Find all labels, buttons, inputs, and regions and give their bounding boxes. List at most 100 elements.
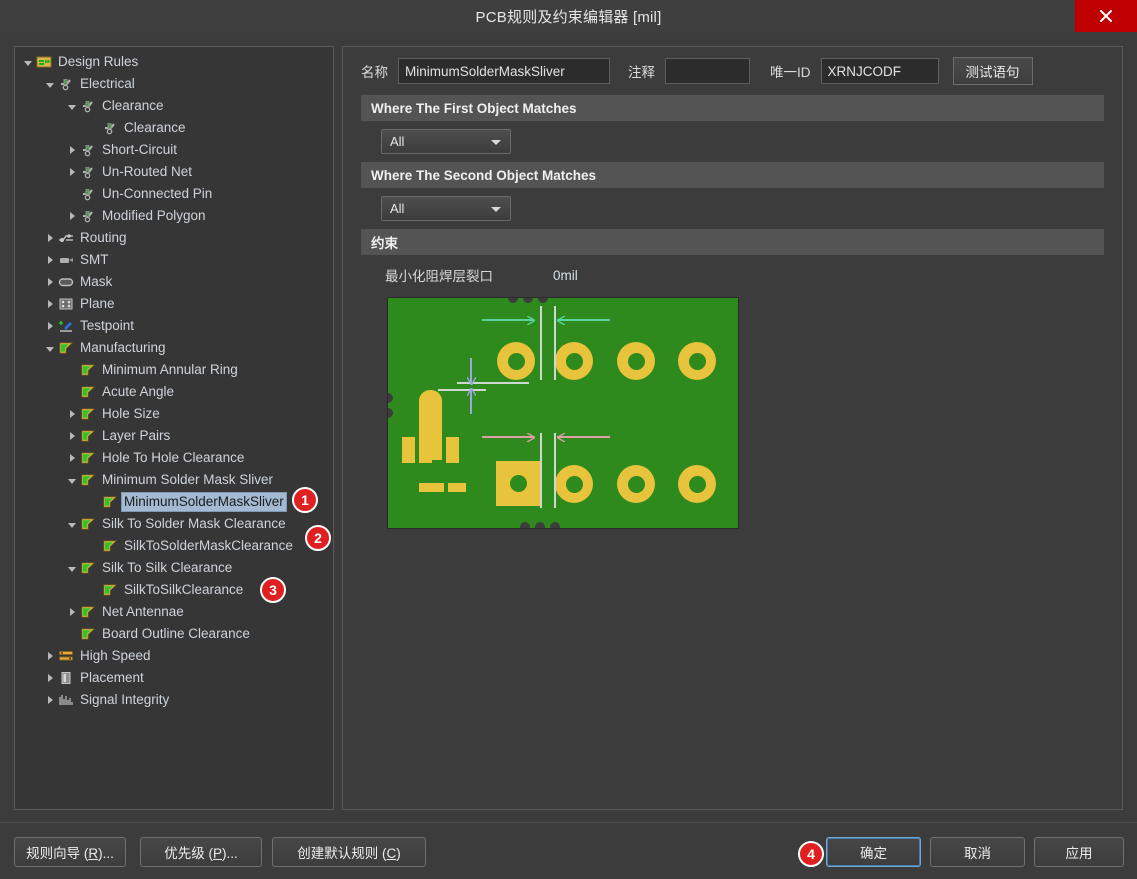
twisty-open-icon[interactable]: [65, 521, 79, 528]
tree-item-electrical[interactable]: Electrical: [15, 73, 333, 95]
priority-button[interactable]: 优先级 (P)...: [140, 837, 262, 867]
twisty-closed-icon[interactable]: [43, 674, 57, 682]
pad-bottom-4-hole: [688, 475, 706, 493]
manufacturing-icon-wrap: [79, 626, 97, 642]
plane-icon-wrap: [57, 296, 75, 312]
twisty-closed-icon[interactable]: [43, 300, 57, 308]
comment-input[interactable]: [665, 58, 750, 84]
tree-item-layer-pairs[interactable]: Layer Pairs: [15, 425, 333, 447]
tree-item-minimum-solder-mask-sliver[interactable]: Minimum Solder Mask Sliver: [15, 469, 333, 491]
tree-item-signal-integrity[interactable]: Signal Integrity: [15, 689, 333, 711]
tree-item-silktosoldermaskclearance[interactable]: SilkToSolderMaskClearance: [15, 535, 333, 557]
close-button[interactable]: [1075, 0, 1137, 32]
tree-item-minimum-annular-ring[interactable]: Minimum Annular Ring: [15, 359, 333, 381]
twisty-closed-icon[interactable]: [65, 454, 79, 462]
tree-item-silk-to-silk-clearance[interactable]: Silk To Silk Clearance: [15, 557, 333, 579]
tree-item-label: SilkToSilkClearance: [124, 582, 244, 597]
constraint-value[interactable]: 0mil: [553, 268, 578, 283]
create-default-rules-button[interactable]: 创建默认规则 (C): [272, 837, 426, 867]
twisty-closed-icon[interactable]: [43, 234, 57, 242]
twisty-closed-icon[interactable]: [43, 322, 57, 330]
twisty-closed-icon[interactable]: [43, 278, 57, 286]
tree-item-hole-to-hole-clearance[interactable]: Hole To Hole Clearance: [15, 447, 333, 469]
first-object-select-value: All: [390, 134, 405, 149]
twisty-closed-icon[interactable]: [43, 696, 57, 704]
dialog-body: Design Rules Electrical Clearance Clearance…: [0, 32, 1137, 822]
tree-item-routing[interactable]: Routing: [15, 227, 333, 249]
tree-item-clearance[interactable]: Clearance: [15, 117, 333, 139]
signal-integrity-icon: [59, 695, 73, 705]
manufacturing-icon-wrap: [79, 560, 97, 576]
twisty-closed-icon[interactable]: [65, 168, 79, 176]
design-rules-tree[interactable]: Design Rules Electrical Clearance Clearance…: [14, 46, 334, 810]
comment-label: 注释: [628, 65, 655, 80]
ok-button[interactable]: 确定: [826, 837, 921, 867]
twisty-closed-icon[interactable]: [43, 256, 57, 264]
manufacturing-icon: [81, 364, 96, 376]
tree-item-hole-size[interactable]: Hole Size: [15, 403, 333, 425]
section-header-first-object: Where The First Object Matches: [361, 95, 1104, 121]
second-object-select[interactable]: All: [381, 196, 511, 221]
manufacturing-icon: [81, 628, 96, 640]
tree-item-clearance[interactable]: Clearance: [15, 95, 333, 117]
twisty-open-icon[interactable]: [65, 477, 79, 484]
tree-item-label: Clearance: [124, 120, 186, 135]
twisty-open-icon[interactable]: [65, 565, 79, 572]
tree-item-un-connected-pin[interactable]: Un-Connected Pin: [15, 183, 333, 205]
apply-button[interactable]: 应用: [1034, 837, 1124, 867]
board-notch-top-3: [538, 298, 548, 303]
rule-editor-panel: 名称 注释 唯一ID 测试语句 Where The First Object M…: [342, 46, 1123, 810]
tree-item-high-speed[interactable]: High Speed: [15, 645, 333, 667]
tree-item-modified-polygon[interactable]: Modified Polygon: [15, 205, 333, 227]
tree-item-short-circuit[interactable]: Short-Circuit: [15, 139, 333, 161]
tree-item-manufacturing[interactable]: Manufacturing: [15, 337, 333, 359]
tree-item-minimumsoldermasksliver[interactable]: MinimumSolderMaskSliver: [15, 491, 333, 513]
electrical-icon-wrap: [101, 120, 119, 136]
tree-item-acute-angle[interactable]: Acute Angle: [15, 381, 333, 403]
twisty-open-icon[interactable]: [43, 81, 57, 88]
test-query-button[interactable]: 测试语句: [952, 57, 1033, 85]
manufacturing-icon: [103, 496, 118, 508]
manufacturing-icon-wrap: [101, 582, 119, 598]
board-notch-top-2: [523, 298, 533, 303]
dim-arrow-top-left-head: [527, 315, 535, 325]
manufacturing-icon-wrap: [57, 340, 75, 356]
tree-item-silk-to-solder-mask-clearance[interactable]: Silk To Solder Mask Clearance: [15, 513, 333, 535]
tree-item-label: Short-Circuit: [102, 142, 178, 157]
tree-item-testpoint[interactable]: Testpoint: [15, 315, 333, 337]
twisty-closed-icon[interactable]: [65, 410, 79, 418]
board-notch-bottom-2: [535, 522, 545, 528]
annotation-badge-3: 3: [260, 577, 286, 603]
pad-top-2-hole: [565, 352, 583, 370]
tree-item-net-antennae[interactable]: Net Antennae: [15, 601, 333, 623]
tree-item-mask[interactable]: Mask: [15, 271, 333, 293]
tree-item-label: SilkToSolderMaskClearance: [124, 538, 293, 553]
tree-item-placement[interactable]: Placement: [15, 667, 333, 689]
tree-item-plane[interactable]: Plane: [15, 293, 333, 315]
twisty-closed-icon[interactable]: [65, 146, 79, 154]
window-titlebar: PCB规则及约束编辑器 [mil]: [0, 0, 1137, 32]
board-notch-bottom-3: [550, 522, 560, 528]
section-header-constraints: 约束: [361, 229, 1104, 255]
tree-item-label: Net Antennae: [102, 604, 184, 619]
twisty-closed-icon[interactable]: [65, 212, 79, 220]
tree-item-smt[interactable]: SMT: [15, 249, 333, 271]
twisty-closed-icon[interactable]: [65, 608, 79, 616]
tree-item-label: Silk To Solder Mask Clearance: [102, 516, 286, 531]
name-input[interactable]: [398, 58, 610, 84]
manufacturing-icon-wrap: [79, 604, 97, 620]
twisty-closed-icon[interactable]: [43, 652, 57, 660]
unique-id-input[interactable]: [820, 58, 939, 84]
twisty-open-icon[interactable]: [21, 59, 35, 66]
cancel-button[interactable]: 取消: [930, 837, 1025, 867]
rule-wizard-button[interactable]: 规则向导 (R)...: [14, 837, 126, 867]
first-object-select[interactable]: All: [381, 129, 511, 154]
twisty-open-icon[interactable]: [43, 345, 57, 352]
tree-item-board-outline-clearance[interactable]: Board Outline Clearance: [15, 623, 333, 645]
tree-item-design-rules[interactable]: Design Rules: [15, 51, 333, 73]
annotation-badge-2: 2: [305, 525, 331, 551]
electrical-icon: [83, 101, 93, 113]
tree-item-un-routed-net[interactable]: Un-Routed Net: [15, 161, 333, 183]
twisty-closed-icon[interactable]: [65, 432, 79, 440]
twisty-open-icon[interactable]: [65, 103, 79, 110]
